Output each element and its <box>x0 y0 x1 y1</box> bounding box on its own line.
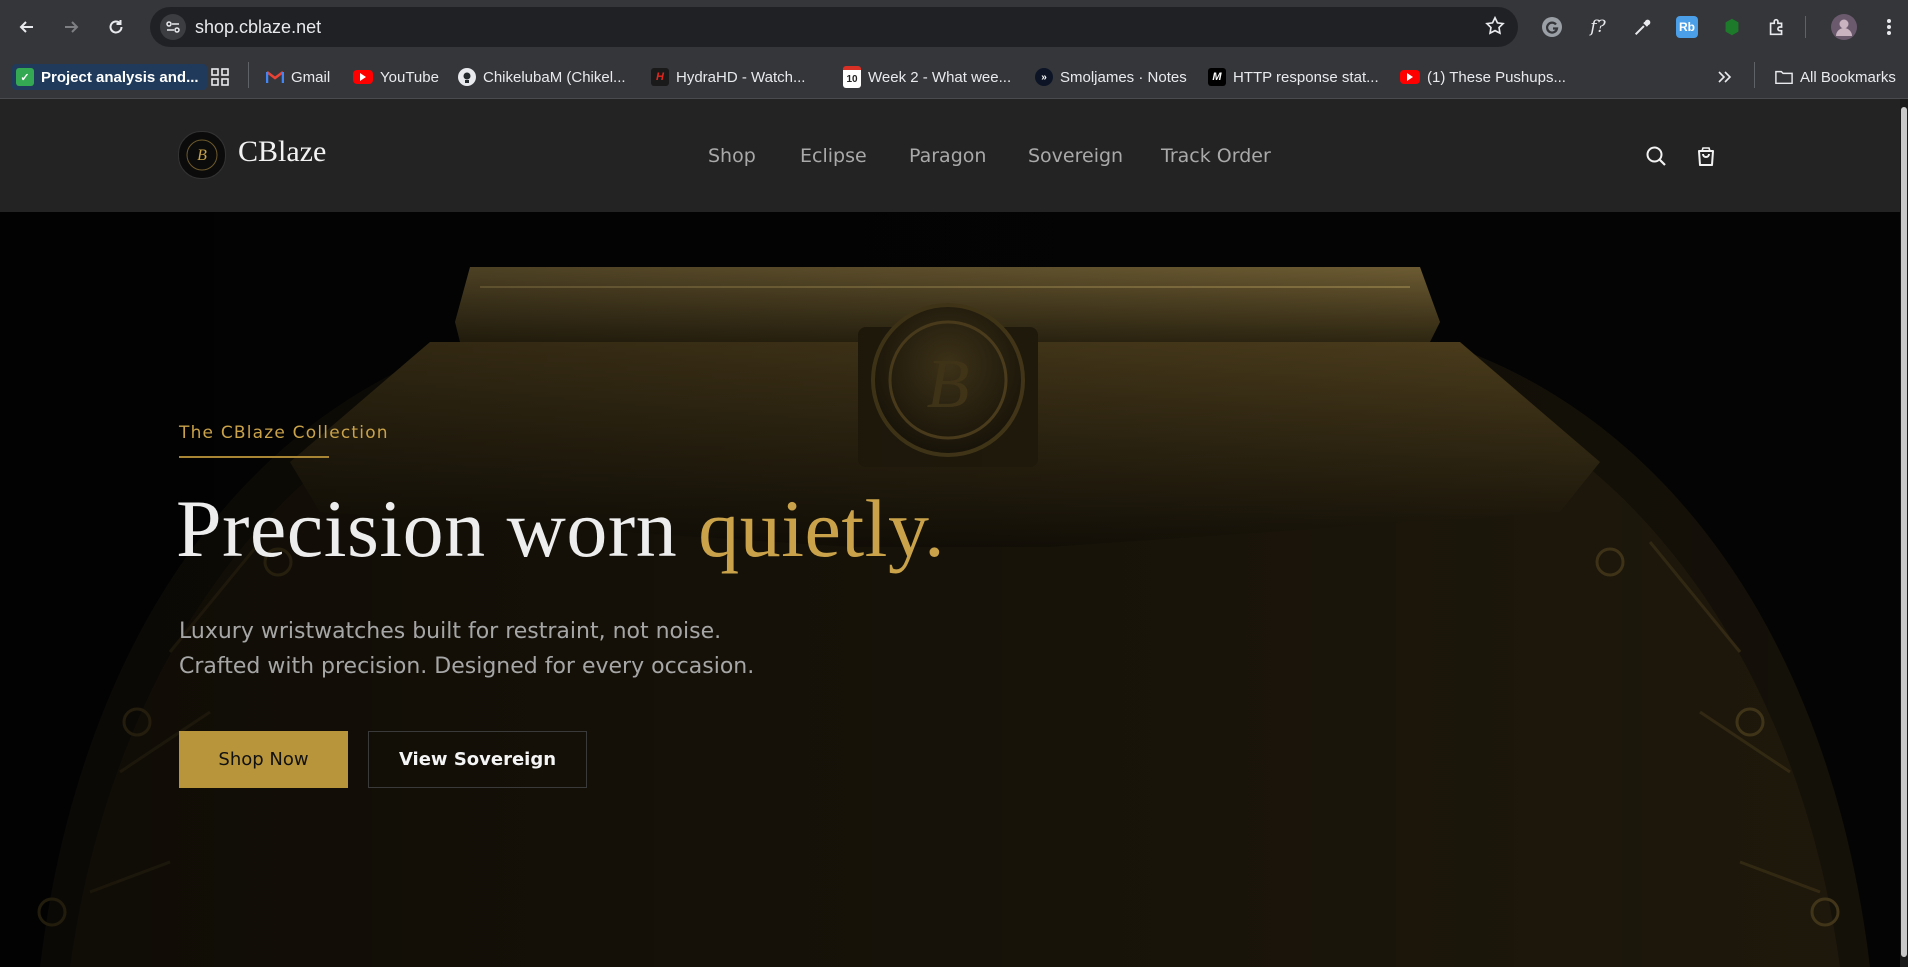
extensions-puzzle-icon[interactable] <box>1762 12 1792 42</box>
shop-now-button[interactable]: Shop Now <box>179 731 348 788</box>
color-picker-extension-icon[interactable] <box>1628 12 1658 42</box>
bookmark-label: Gmail <box>291 68 331 86</box>
bookmark-item[interactable]: ✓ Project analysis and... <box>12 64 207 90</box>
bookmark-label: Week 2 - What wee... <box>868 68 1012 86</box>
bookmarks-bar: ✓ Project analysis and... Gmail YouTube … <box>0 54 1908 99</box>
green-extension-icon[interactable] <box>1717 12 1747 42</box>
headline-accent: quietly. <box>698 483 946 574</box>
bookmark-item[interactable]: YouTube <box>353 64 439 90</box>
nav-link-track-order[interactable]: Track Order <box>1161 145 1271 167</box>
back-icon[interactable] <box>12 12 42 42</box>
youtube-icon <box>353 70 373 84</box>
github-icon <box>458 68 476 86</box>
bookmark-label: Project analysis and... <box>41 68 199 86</box>
svg-text:B: B <box>197 147 207 164</box>
folder-icon <box>1775 68 1793 86</box>
bookmark-item[interactable]: H HydraHD - Watch... <box>651 64 805 90</box>
bookmark-item[interactable]: ChikelubaM (Chikel... <box>458 64 626 90</box>
headline-main: Precision worn <box>176 483 699 574</box>
bookmark-item[interactable]: 10 Week 2 - What wee... <box>843 64 1011 90</box>
scrollbar-thumb[interactable] <box>1901 107 1907 957</box>
smoljames-icon: » <box>1035 68 1053 86</box>
nav-link-sovereign[interactable]: Sovereign <box>1028 145 1123 167</box>
hero-section: B The CBlaze Collection Precision worn q… <box>0 212 1900 967</box>
all-bookmarks-folder[interactable]: All Bookmarks <box>1775 64 1896 90</box>
logo-badge[interactable]: B <box>178 131 226 179</box>
hydrahd-icon: H <box>651 68 669 86</box>
rb-extension-icon[interactable]: Rb <box>1672 12 1702 42</box>
browser-toolbar: shop.cblaze.net f? Rb <box>0 0 1908 54</box>
bookmark-separator <box>248 62 249 88</box>
apps-grid-icon[interactable] <box>210 64 230 90</box>
gmail-icon <box>266 68 284 86</box>
browser-chrome: shop.cblaze.net f? Rb ✓ Project analysis… <box>0 0 1908 99</box>
url-text[interactable]: shop.cblaze.net <box>195 17 321 38</box>
bookmark-label: Smoljames · Notes <box>1060 68 1187 86</box>
eyebrow-divider <box>179 456 329 458</box>
more-bookmarks-chevron-icon[interactable] <box>1716 64 1732 90</box>
nav-link-shop[interactable]: Shop <box>708 145 756 167</box>
mdn-icon: M <box>1208 68 1226 86</box>
bookmark-label: (1) These Pushups... <box>1427 68 1566 86</box>
checkbox-favicon-icon: ✓ <box>16 68 34 86</box>
bookmark-item[interactable]: (1) These Pushups... <box>1400 64 1566 90</box>
reload-icon[interactable] <box>101 12 131 42</box>
browser-menu-icon[interactable] <box>1874 12 1904 42</box>
page-scrollbar[interactable] <box>1900 99 1908 967</box>
site-header: B CBlaze Shop Eclipse Paragon Sovereign … <box>0 99 1900 212</box>
bookmark-label: HTTP response stat... <box>1233 68 1379 86</box>
bookmark-item[interactable]: M HTTP response stat... <box>1208 64 1379 90</box>
bookmark-separator <box>1754 62 1755 88</box>
bookmark-label: HydraHD - Watch... <box>676 68 806 86</box>
formula-extension-icon[interactable]: f? <box>1583 12 1613 42</box>
youtube-icon <box>1400 70 1420 84</box>
profile-avatar[interactable] <box>1829 12 1859 42</box>
bookmark-item[interactable]: Gmail <box>266 64 330 90</box>
nav-link-paragon[interactable]: Paragon <box>909 145 986 167</box>
bookmark-label: ChikelubaM (Chikel... <box>483 68 626 86</box>
hero-subtitle: Luxury wristwatches built for restraint,… <box>179 614 754 684</box>
watch-hero-image: B <box>0 212 1900 967</box>
site-settings-icon[interactable] <box>160 14 186 40</box>
toolbar-divider <box>1805 16 1806 38</box>
nav-link-eclipse[interactable]: Eclipse <box>800 145 867 167</box>
bookmark-label: YouTube <box>380 68 439 86</box>
grammarly-extension-icon[interactable] <box>1537 12 1567 42</box>
bookmark-star-icon[interactable] <box>1484 15 1506 42</box>
forward-icon[interactable] <box>56 12 86 42</box>
search-icon[interactable] <box>1641 141 1671 171</box>
all-bookmarks-label: All Bookmarks <box>1800 68 1896 86</box>
logo-text[interactable]: CBlaze <box>238 135 326 169</box>
subtitle-line: Luxury wristwatches built for restraint,… <box>179 619 722 644</box>
bookmark-item[interactable]: » Smoljames · Notes <box>1035 64 1187 90</box>
hero-headline: Precision worn quietly. <box>176 482 945 576</box>
address-bar[interactable]: shop.cblaze.net <box>150 7 1518 47</box>
hero-eyebrow: The CBlaze Collection <box>179 423 389 443</box>
view-sovereign-button[interactable]: View Sovereign <box>368 731 587 788</box>
cart-bag-icon[interactable] <box>1691 141 1721 171</box>
subtitle-line: Crafted with precision. Designed for eve… <box>179 654 755 679</box>
calendar-icon: 10 <box>843 66 861 88</box>
